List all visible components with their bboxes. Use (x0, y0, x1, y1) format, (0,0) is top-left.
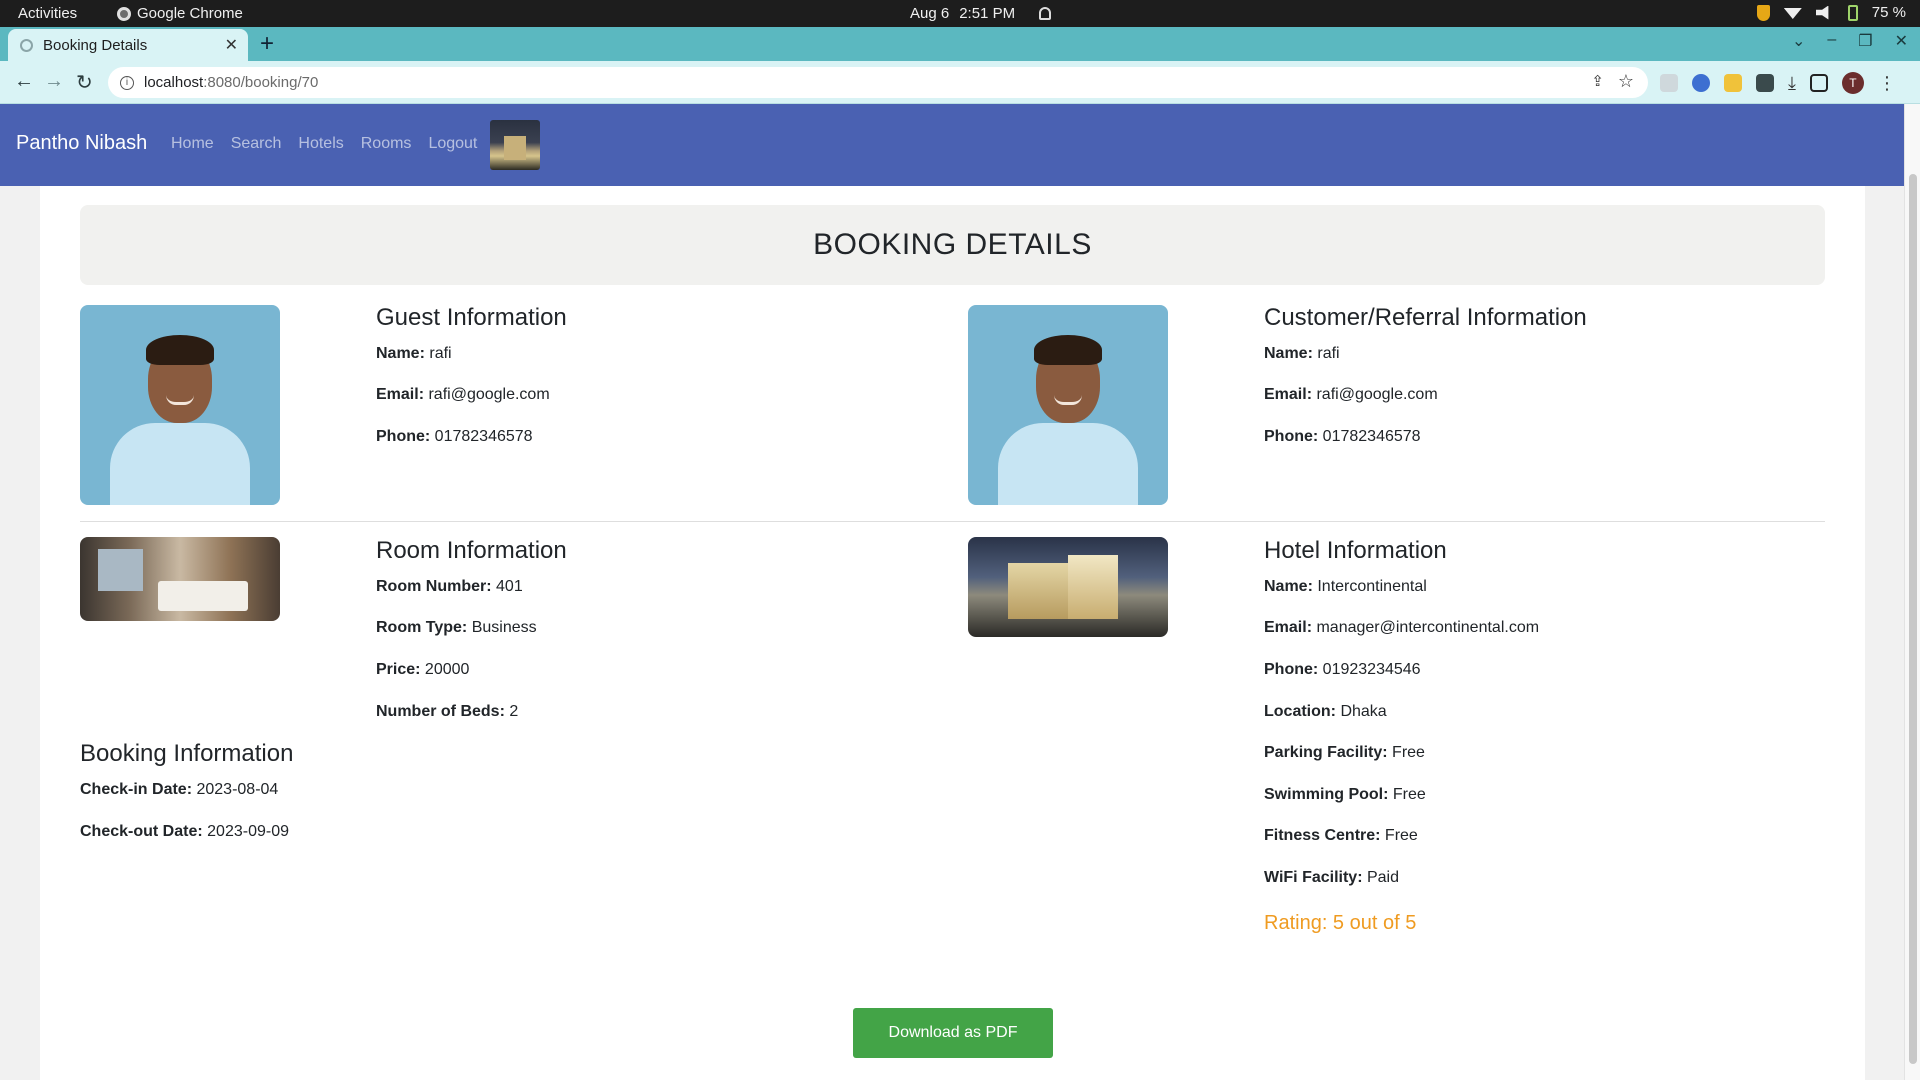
activities-button[interactable]: Activities (18, 5, 77, 22)
guest-heading: Guest Information (376, 304, 567, 331)
menu-kebab-icon[interactable]: ⋮ (1878, 73, 1896, 94)
page-header: BOOKING DETAILS (80, 205, 1825, 285)
hotel-rating: Rating: 5 out of 5 (1264, 912, 1417, 934)
customer-email-field: Email: rafi@google.com (1264, 386, 1438, 403)
hotel-location-field: Location: Dhaka (1264, 703, 1387, 720)
guest-phone-field: Phone: 01782346578 (376, 428, 533, 445)
url-host: localhost (144, 74, 204, 91)
shield-icon (1756, 4, 1770, 21)
customer-heading: Customer/Referral Information (1264, 304, 1587, 331)
scroll-thumb[interactable] (1909, 174, 1917, 1064)
extensions-area: ⤓ T ⋮ (1660, 72, 1896, 94)
battery-icon (1847, 4, 1858, 21)
customer-photo (968, 305, 1168, 505)
tab-booking-details[interactable]: Booking Details ✕ (8, 29, 248, 61)
page-scrollbar[interactable] (1904, 104, 1920, 1080)
tab-strip: Booking Details ✕ + ⌄ – ❐ ✕ (0, 27, 1920, 61)
download-pdf-button[interactable]: Download as PDF (853, 1008, 1053, 1058)
hotel-phone-field: Phone: 01923234546 (1264, 661, 1421, 678)
chrome-icon (117, 6, 131, 21)
reload-icon[interactable]: ↻ (76, 70, 93, 95)
guest-name-field: Name: rafi (376, 345, 452, 362)
hotel-heading: Hotel Information (1264, 537, 1447, 564)
clock-time: 2:51 PM (959, 5, 1016, 22)
url-path: :8080/booking/70 (203, 74, 319, 91)
window-controls: ⌄ – ❐ ✕ (1792, 31, 1908, 51)
hotel-photo (968, 537, 1168, 637)
extension-icon-1[interactable] (1660, 74, 1678, 92)
customer-name-field: Name: rafi (1264, 345, 1340, 362)
clock[interactable]: Aug 6 2:51 PM (910, 5, 1052, 22)
share-icon[interactable]: ⇪ (1591, 72, 1604, 90)
guest-email-field: Email: rafi@google.com (376, 386, 550, 403)
bookmark-star-icon[interactable]: ☆ (1618, 71, 1634, 92)
app-name: Google Chrome (137, 5, 243, 22)
content-card (40, 186, 1865, 1080)
extension-icon-3[interactable] (1724, 74, 1742, 92)
section-divider (80, 521, 1825, 522)
close-window-icon[interactable]: ✕ (1895, 31, 1908, 51)
profile-avatar[interactable]: T (1841, 72, 1864, 94)
download-icon[interactable]: ⤓ (1788, 73, 1796, 94)
wifi-icon (1783, 7, 1802, 19)
booking-heading: Booking Information (80, 740, 294, 767)
nav-hotels[interactable]: Hotels (298, 135, 343, 153)
room-price-field: Price: 20000 (376, 661, 470, 678)
browser-toolbar: ← → ↻ i localhost:8080/booking/70 ⇪ ☆ ⤓ … (0, 61, 1920, 104)
maximize-icon[interactable]: ❐ (1858, 31, 1872, 51)
system-tray[interactable]: 75 % (1756, 4, 1906, 21)
battery-level: 75 % (1871, 4, 1906, 21)
site-info-icon[interactable]: i (120, 75, 134, 90)
hotel-wifi-field: WiFi Facility: Paid (1264, 869, 1400, 886)
navbar-hotel-thumbnail (490, 120, 540, 170)
minimize-icon[interactable]: – (1827, 31, 1836, 51)
alarm-icon (1039, 7, 1052, 20)
checkin-field: Check-in Date: 2023-08-04 (80, 781, 279, 798)
puzzle-icon[interactable] (1756, 74, 1774, 92)
clock-date: Aug 6 (910, 5, 950, 22)
hotel-name-field: Name: Intercontinental (1264, 578, 1427, 595)
os-top-bar: Activities Google Chrome Aug 6 2:51 PM 7… (0, 0, 1920, 27)
nav-logout[interactable]: Logout (428, 135, 477, 153)
nav-rooms[interactable]: Rooms (361, 135, 412, 153)
extension-icon-2[interactable] (1692, 74, 1710, 92)
checkout-field: Check-out Date: 2023-09-09 (80, 823, 289, 840)
room-beds-field: Number of Beds: 2 (376, 703, 519, 720)
room-photo (80, 537, 280, 621)
back-arrow-icon[interactable]: ← (14, 70, 34, 93)
hotel-fitness-field: Fitness Centre: Free (1264, 827, 1418, 844)
site-navbar: Pantho Nibash Home Search Hotels Rooms L… (0, 104, 1904, 186)
room-number-field: Room Number: 401 (376, 578, 523, 595)
nav-links: Home Search Hotels Rooms Logout (171, 135, 477, 153)
room-heading: Room Information (376, 537, 567, 564)
new-tab-button[interactable]: + (260, 30, 274, 58)
hotel-email-field: Email: manager@intercontinental.com (1264, 619, 1540, 636)
address-bar[interactable]: i localhost:8080/booking/70 ⇪ ☆ (108, 67, 1648, 98)
chevron-down-icon[interactable]: ⌄ (1792, 31, 1805, 51)
brand-link[interactable]: Pantho Nibash (16, 132, 147, 155)
page-title: BOOKING DETAILS (813, 228, 1092, 261)
hotel-parking-field: Parking Facility: Free (1264, 744, 1425, 761)
tab-title: Booking Details (43, 36, 148, 54)
nav-home[interactable]: Home (171, 135, 214, 153)
guest-photo (80, 305, 280, 505)
room-type-field: Room Type: Business (376, 619, 537, 636)
forward-arrow-icon[interactable]: → (44, 70, 64, 93)
customer-phone-field: Phone: 01782346578 (1264, 428, 1421, 445)
nav-search[interactable]: Search (231, 135, 282, 153)
volume-icon (1815, 5, 1829, 20)
side-panel-icon[interactable] (1809, 74, 1828, 92)
globe-icon (20, 38, 33, 52)
hotel-pool-field: Swimming Pool: Free (1264, 786, 1426, 803)
close-tab-icon[interactable]: ✕ (225, 35, 238, 55)
app-menu[interactable]: Google Chrome (117, 5, 243, 22)
